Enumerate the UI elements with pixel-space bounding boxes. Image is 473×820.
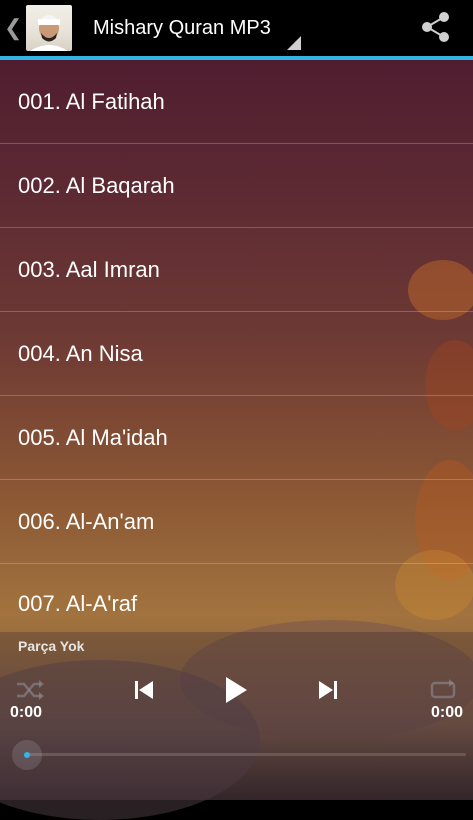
play-icon[interactable] xyxy=(218,672,254,708)
list-item-label: 003. Aal Imran xyxy=(18,256,160,282)
seek-bar-thumb[interactable] xyxy=(12,740,42,770)
surah-list: 001. Al Fatihah 002. Al Baqarah 003. Aal… xyxy=(0,60,473,644)
list-item-label: 007. Al-A'raf xyxy=(18,591,138,616)
list-item[interactable]: 001. Al Fatihah xyxy=(0,60,473,144)
track-label: Parça Yok xyxy=(18,638,85,654)
share-icon[interactable] xyxy=(419,10,453,44)
total-time: 0:00 xyxy=(430,704,463,721)
seek-bar[interactable] xyxy=(26,753,466,756)
list-item-label: 006. Al-An'am xyxy=(18,508,155,534)
player-panel: Parça Yok 0:00 0:00 xyxy=(0,632,473,800)
chevron-left-icon[interactable]: ❮ xyxy=(4,15,22,41)
list-item[interactable]: 002. Al Baqarah xyxy=(0,144,473,228)
list-item[interactable]: 006. Al-An'am xyxy=(0,480,473,564)
skip-next-icon[interactable] xyxy=(310,672,346,708)
list-item[interactable]: 005. Al Ma'idah xyxy=(0,396,473,480)
skip-previous-icon[interactable] xyxy=(126,672,162,708)
action-bar: ❮ Mishary Quran MP3 xyxy=(0,0,473,56)
list-item-label: 004. An Nisa xyxy=(18,340,143,366)
list-item[interactable]: 003. Aal Imran xyxy=(0,228,473,312)
list-item-label: 002. Al Baqarah xyxy=(18,172,175,198)
list-item-label: 001. Al Fatihah xyxy=(18,88,165,114)
list-item-label: 005. Al Ma'idah xyxy=(18,424,168,450)
shuffle-icon[interactable] xyxy=(12,672,48,708)
current-time: 0:00 xyxy=(10,704,43,721)
avatar[interactable] xyxy=(26,5,72,51)
repeat-icon[interactable] xyxy=(425,672,461,708)
app-title[interactable]: Mishary Quran MP3 xyxy=(93,17,271,40)
list-item[interactable]: 004. An Nisa xyxy=(0,312,473,396)
dropdown-indicator-icon[interactable] xyxy=(287,36,301,50)
